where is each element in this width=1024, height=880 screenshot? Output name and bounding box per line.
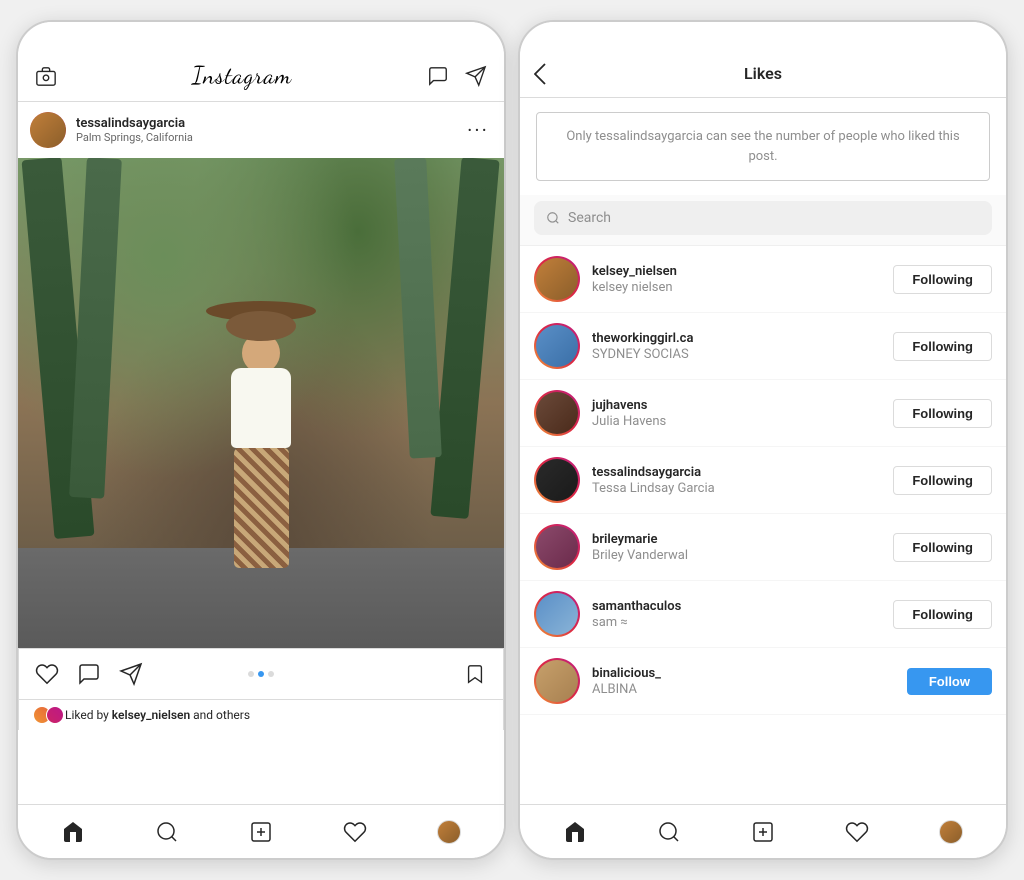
- user-info-1: theworkinggirl.ca SYDNEY SOCIAS: [592, 331, 881, 362]
- follow-button-4[interactable]: Following: [893, 533, 992, 562]
- like-icon[interactable]: [33, 660, 61, 688]
- dot-3: [268, 671, 274, 677]
- user-avatar-2[interactable]: [534, 390, 580, 436]
- share-icon[interactable]: [117, 660, 145, 688]
- user-info-5: samanthaculos sam ≈: [592, 599, 881, 630]
- user-name-3: Tessa Lindsay Garcia: [592, 481, 881, 496]
- user-avatar-5[interactable]: [534, 591, 580, 637]
- right-nav-bar: [520, 804, 1006, 858]
- user-avatar-4[interactable]: [534, 524, 580, 570]
- status-bar-right: [520, 22, 1006, 50]
- instagram-logo: Instagram: [192, 61, 292, 90]
- user-avatar-3[interactable]: [534, 457, 580, 503]
- left-nav-bar: [18, 804, 504, 858]
- home-nav-icon[interactable]: [59, 818, 87, 846]
- more-options-icon[interactable]: ···: [464, 116, 492, 144]
- user-handle-0[interactable]: kelsey_nielsen: [592, 264, 881, 279]
- search-nav-icon-right[interactable]: [655, 818, 683, 846]
- user-row: binalicious_ ALBINA Follow: [520, 648, 1006, 715]
- post-header: tessalindsaygarcia Palm Springs, Califor…: [18, 102, 504, 158]
- user-handle-5[interactable]: samanthaculos: [592, 599, 881, 614]
- likes-bar: Liked by kelsey_nielsen and others: [18, 700, 504, 730]
- follow-button-1[interactable]: Following: [893, 332, 992, 361]
- user-row: tessalindsaygarcia Tessa Lindsay Garcia …: [520, 447, 1006, 514]
- send-icon[interactable]: [462, 62, 490, 90]
- follow-button-6[interactable]: Follow: [907, 668, 992, 695]
- back-button[interactable]: [534, 63, 546, 85]
- user-row: samanthaculos sam ≈ Following: [520, 581, 1006, 648]
- likes-page-title: Likes: [744, 64, 782, 83]
- user-name-1: SYDNEY SOCIAS: [592, 347, 881, 362]
- search-bar[interactable]: Search: [534, 201, 992, 235]
- user-avatar-1[interactable]: [534, 323, 580, 369]
- users-list: kelsey_nielsen kelsey nielsen Following …: [520, 246, 1006, 804]
- dot-2: [258, 671, 264, 677]
- follow-button-0[interactable]: Following: [893, 265, 992, 294]
- left-phone: Instagram tes: [16, 20, 506, 860]
- instagram-header: Instagram: [18, 50, 504, 102]
- add-nav-icon[interactable]: [247, 818, 275, 846]
- user-row: theworkinggirl.ca SYDNEY SOCIAS Followin…: [520, 313, 1006, 380]
- profile-nav-icon[interactable]: [435, 818, 463, 846]
- user-name-4: Briley Vanderwal: [592, 548, 881, 563]
- post-username[interactable]: tessalindsaygarcia: [76, 116, 454, 131]
- user-handle-1[interactable]: theworkinggirl.ca: [592, 331, 881, 346]
- search-bar-placeholder: Search: [568, 210, 611, 226]
- post-location: Palm Springs, California: [76, 131, 454, 144]
- comment-icon[interactable]: [75, 660, 103, 688]
- user-info-2: jujhavens Julia Havens: [592, 398, 881, 429]
- follow-button-5[interactable]: Following: [893, 600, 992, 629]
- user-info-0: kelsey_nielsen kelsey nielsen: [592, 264, 881, 295]
- follow-button-2[interactable]: Following: [893, 399, 992, 428]
- likes-avatar-2: [46, 706, 64, 724]
- save-icon[interactable]: [461, 660, 489, 688]
- profile-nav-icon-right[interactable]: [937, 818, 965, 846]
- likes-avatars: [33, 706, 59, 724]
- right-phone: Likes Only tessalindsaygarcia can see th…: [518, 20, 1008, 860]
- likes-info-box: Only tessalindsaygarcia can see the numb…: [536, 112, 990, 181]
- search-container: Search: [520, 195, 1006, 246]
- post-image: [18, 158, 504, 648]
- user-info-3: tessalindsaygarcia Tessa Lindsay Garcia: [592, 465, 881, 496]
- user-row: kelsey_nielsen kelsey nielsen Following: [520, 246, 1006, 313]
- status-bar-left: [18, 22, 504, 50]
- user-row: jujhavens Julia Havens Following: [520, 380, 1006, 447]
- post-author-avatar[interactable]: [30, 112, 66, 148]
- heart-nav-icon-right[interactable]: [843, 818, 871, 846]
- home-nav-icon-right[interactable]: [561, 818, 589, 846]
- carousel-dots: [248, 671, 274, 677]
- user-name-0: kelsey nielsen: [592, 280, 881, 295]
- user-name-2: Julia Havens: [592, 414, 881, 429]
- user-avatar-0[interactable]: [534, 256, 580, 302]
- post-user-info: tessalindsaygarcia Palm Springs, Califor…: [76, 116, 454, 144]
- dot-1: [248, 671, 254, 677]
- user-row: brileymarie Briley Vanderwal Following: [520, 514, 1006, 581]
- user-handle-2[interactable]: jujhavens: [592, 398, 881, 413]
- likes-text: Liked by kelsey_nielsen and others: [65, 708, 250, 722]
- user-info-4: brileymarie Briley Vanderwal: [592, 532, 881, 563]
- likes-info-text: Only tessalindsaygarcia can see the numb…: [553, 127, 973, 166]
- heart-nav-icon[interactable]: [341, 818, 369, 846]
- user-handle-3[interactable]: tessalindsaygarcia: [592, 465, 881, 480]
- user-info-6: binalicious_ ALBINA: [592, 666, 895, 697]
- likes-page-header: Likes: [520, 50, 1006, 98]
- user-name-6: ALBINA: [592, 682, 895, 697]
- camera-icon[interactable]: [32, 62, 60, 90]
- user-name-5: sam ≈: [592, 615, 881, 630]
- search-bar-icon: [546, 211, 560, 225]
- user-avatar-6[interactable]: [534, 658, 580, 704]
- messages-icon[interactable]: [424, 62, 452, 90]
- post-actions-bar: [18, 648, 504, 700]
- search-nav-icon[interactable]: [153, 818, 181, 846]
- follow-button-3[interactable]: Following: [893, 466, 992, 495]
- user-handle-4[interactable]: brileymarie: [592, 532, 881, 547]
- add-nav-icon-right[interactable]: [749, 818, 777, 846]
- likes-username[interactable]: kelsey_nielsen: [112, 708, 190, 722]
- user-handle-6[interactable]: binalicious_: [592, 666, 895, 681]
